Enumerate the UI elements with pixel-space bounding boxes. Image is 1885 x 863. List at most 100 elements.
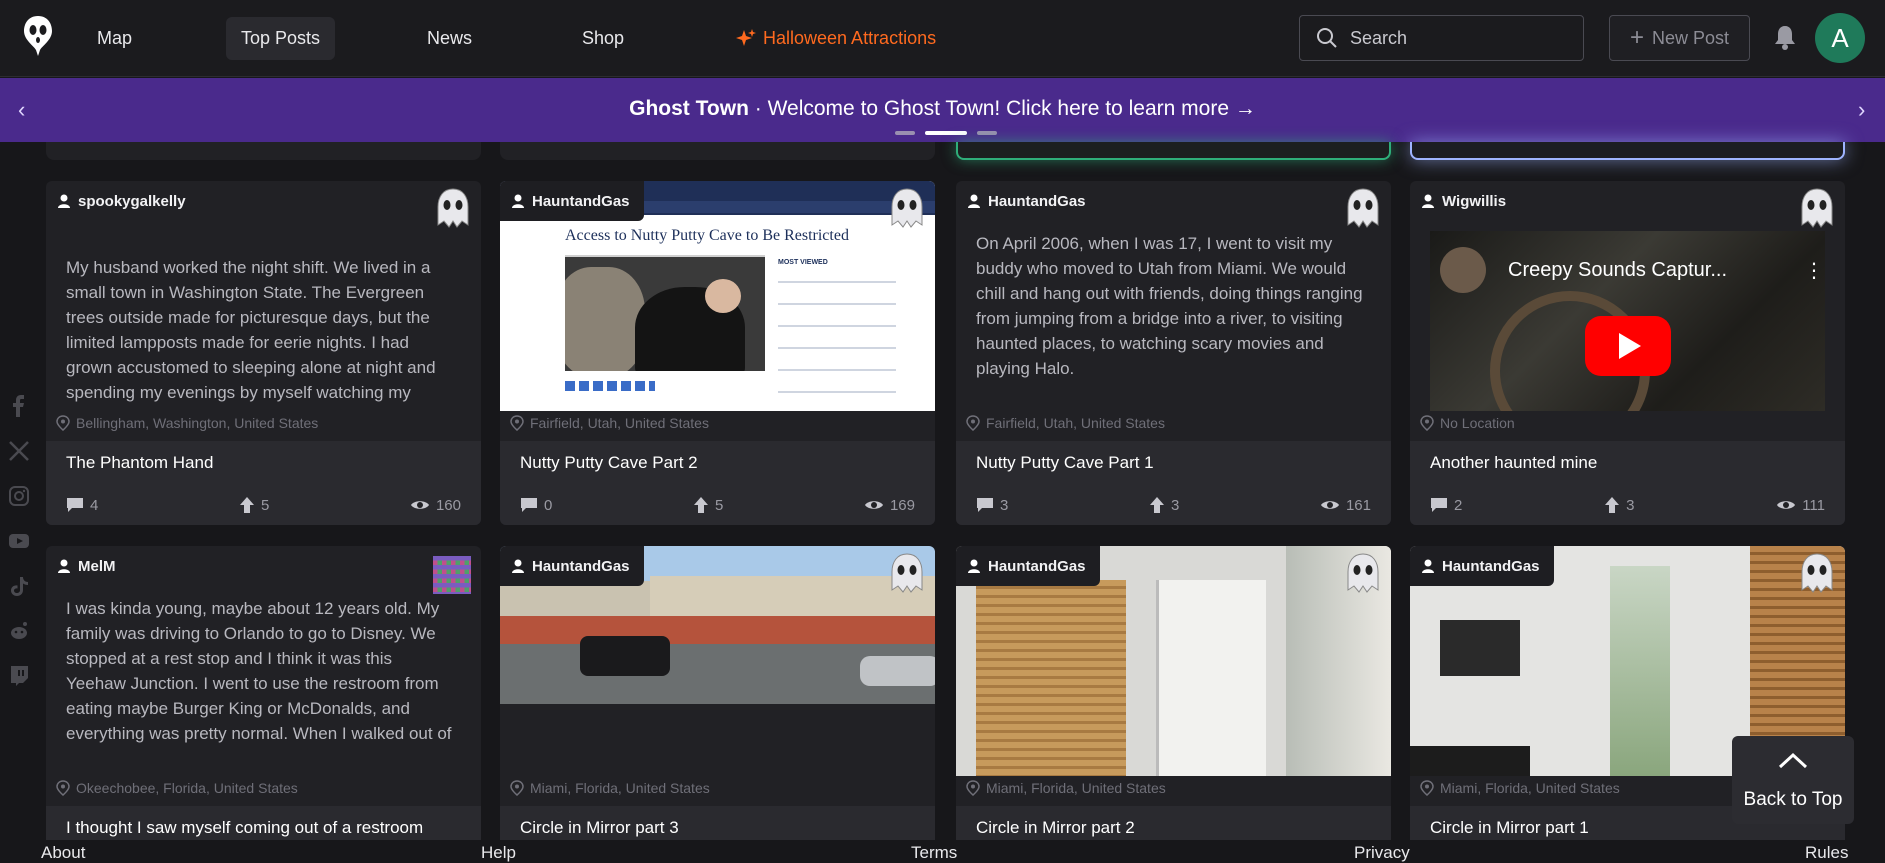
post-title[interactable]: Circle in Mirror part 2 <box>976 818 1135 838</box>
chevron-right-icon[interactable]: › <box>1858 99 1872 121</box>
post-title[interactable]: The Phantom Hand <box>66 453 213 473</box>
views-stat: 160 <box>410 496 461 514</box>
tiktok-icon[interactable] <box>8 575 30 597</box>
author-name: HauntandGas <box>988 557 1086 575</box>
card-stub-featured-blue <box>1410 142 1845 160</box>
search-icon <box>1317 28 1337 48</box>
youtube-icon[interactable] <box>8 530 30 552</box>
post-author[interactable]: HauntandGas <box>956 546 1100 586</box>
ghost-avatar-icon <box>437 188 469 228</box>
post-location: No Location <box>1420 415 1515 431</box>
post-author[interactable]: HauntandGas <box>956 181 1086 221</box>
nav-news[interactable]: News <box>412 17 487 60</box>
post-footer: Nutty Putty Cave Part 2 0 5 169 <box>500 441 935 525</box>
nav-map[interactable]: Map <box>82 17 147 60</box>
post-location: Fairfield, Utah, United States <box>510 415 709 431</box>
author-name: Wigwillis <box>1442 192 1507 210</box>
author-name: spookygalkelly <box>78 192 186 210</box>
upvotes-stat[interactable]: 3 <box>1604 496 1634 514</box>
most-viewed-label: MOST VIEWED <box>778 259 828 266</box>
post-title[interactable]: Another haunted mine <box>1430 453 1597 473</box>
location-text: Bellingham, Washington, United States <box>76 415 319 431</box>
comments-stat[interactable]: 2 <box>1430 496 1462 514</box>
post-card[interactable]: Access to Nutty Putty Cave to Be Restric… <box>500 181 935 525</box>
user-avatar[interactable]: A <box>1815 13 1865 63</box>
reddit-icon[interactable] <box>8 620 30 642</box>
user-icon <box>512 559 524 573</box>
carousel-dots <box>895 131 997 135</box>
post-author[interactable]: HauntandGas <box>1410 546 1554 586</box>
facebook-icon[interactable] <box>8 395 30 417</box>
view-count: 169 <box>889 496 915 514</box>
ghost-town-logo-icon[interactable] <box>22 14 54 58</box>
post-title[interactable]: Circle in Mirror part 1 <box>1430 818 1589 838</box>
upvotes-stat[interactable]: 5 <box>239 496 269 514</box>
comment-icon <box>977 498 993 512</box>
footer-terms-link[interactable]: Terms <box>911 843 957 863</box>
share-buttons <box>565 381 655 391</box>
post-author[interactable]: HauntandGas <box>500 181 644 221</box>
location-pin-icon <box>966 780 980 796</box>
wall-tv <box>1440 620 1520 676</box>
post-stats: 0 5 169 <box>520 496 915 514</box>
video-title[interactable]: Creepy Sounds Captur... <box>1508 259 1727 282</box>
post-footer: Another haunted mine 2 3 111 <box>1410 441 1845 525</box>
nav-halloween-attractions[interactable]: Halloween Attractions <box>720 17 951 60</box>
post-stats: 2 3 111 <box>1430 496 1825 514</box>
plus-icon: + <box>1629 24 1644 51</box>
post-location: Bellingham, Washington, United States <box>56 415 318 431</box>
comment-count: 2 <box>1454 496 1463 514</box>
location-text: Fairfield, Utah, United States <box>986 415 1165 431</box>
twitch-icon[interactable] <box>8 665 30 687</box>
carousel-dot[interactable] <box>895 131 915 135</box>
post-title[interactable]: Nutty Putty Cave Part 1 <box>976 453 1154 473</box>
x-icon[interactable] <box>8 440 30 462</box>
carousel-dot[interactable] <box>977 131 997 135</box>
nav-top-posts[interactable]: Top Posts <box>226 17 336 60</box>
comments-stat[interactable]: 3 <box>976 496 1008 514</box>
banner-text[interactable]: Ghost Town · Welcome to Ghost Town! Clic… <box>0 97 1885 121</box>
post-title[interactable]: I thought I saw myself coming out of a r… <box>66 818 423 838</box>
comment-icon <box>67 498 83 512</box>
post-card[interactable]: Wigwillis Creepy Sounds Captur... ⋮ No L… <box>1410 181 1845 525</box>
instagram-icon[interactable] <box>8 485 30 507</box>
post-card[interactable]: HauntandGas Miami, Florida, United State… <box>500 546 935 846</box>
comments-stat[interactable]: 0 <box>520 496 552 514</box>
post-card[interactable]: HauntandGas On April 2006, when I was 17… <box>956 181 1391 525</box>
louvered-door <box>976 580 1126 776</box>
search-box[interactable] <box>1299 15 1584 61</box>
hallway <box>1610 566 1670 776</box>
footer-about-link[interactable]: About <box>41 843 85 863</box>
location-pin-icon <box>510 415 524 431</box>
upvotes-stat[interactable]: 3 <box>1149 496 1179 514</box>
post-card[interactable]: HauntandGas Miami, Florida, United State… <box>956 546 1391 846</box>
comment-icon <box>1431 498 1447 512</box>
post-card[interactable]: spookygalkelly My husband worked the nig… <box>46 181 481 525</box>
upvote-arrow-icon <box>1605 497 1620 513</box>
footer-privacy-link[interactable]: Privacy <box>1354 843 1410 863</box>
post-author[interactable]: Wigwillis <box>1410 181 1506 221</box>
search-input[interactable] <box>1350 27 1550 49</box>
eye-icon <box>1320 501 1339 509</box>
post-author[interactable]: MelM <box>46 546 116 586</box>
post-author[interactable]: spookygalkelly <box>46 181 186 221</box>
youtube-play-icon[interactable] <box>1585 316 1671 376</box>
bell-icon[interactable] <box>1773 24 1797 50</box>
post-author[interactable]: HauntandGas <box>500 546 644 586</box>
more-options-icon[interactable]: ⋮ <box>1804 261 1824 281</box>
footer-rules-link[interactable]: Rules <box>1805 843 1848 863</box>
view-count: 161 <box>1345 496 1371 514</box>
post-card[interactable]: MelM I was kinda young, maybe about 12 y… <box>46 546 481 846</box>
post-title[interactable]: Nutty Putty Cave Part 2 <box>520 453 698 473</box>
nav-shop[interactable]: Shop <box>567 17 639 60</box>
carousel-dot-active[interactable] <box>925 131 967 135</box>
post-location: Miami, Florida, United States <box>966 780 1166 796</box>
post-title[interactable]: Circle in Mirror part 3 <box>520 818 679 838</box>
upvotes-stat[interactable]: 5 <box>693 496 723 514</box>
comments-stat[interactable]: 4 <box>66 496 98 514</box>
footer-help-link[interactable]: Help <box>481 843 516 863</box>
new-post-button[interactable]: + New Post <box>1609 15 1750 61</box>
back-to-top-button[interactable]: Back to Top <box>1732 736 1854 824</box>
youtube-embed[interactable]: Creepy Sounds Captur... ⋮ <box>1430 231 1825 411</box>
ghost-avatar-icon <box>1801 553 1833 593</box>
